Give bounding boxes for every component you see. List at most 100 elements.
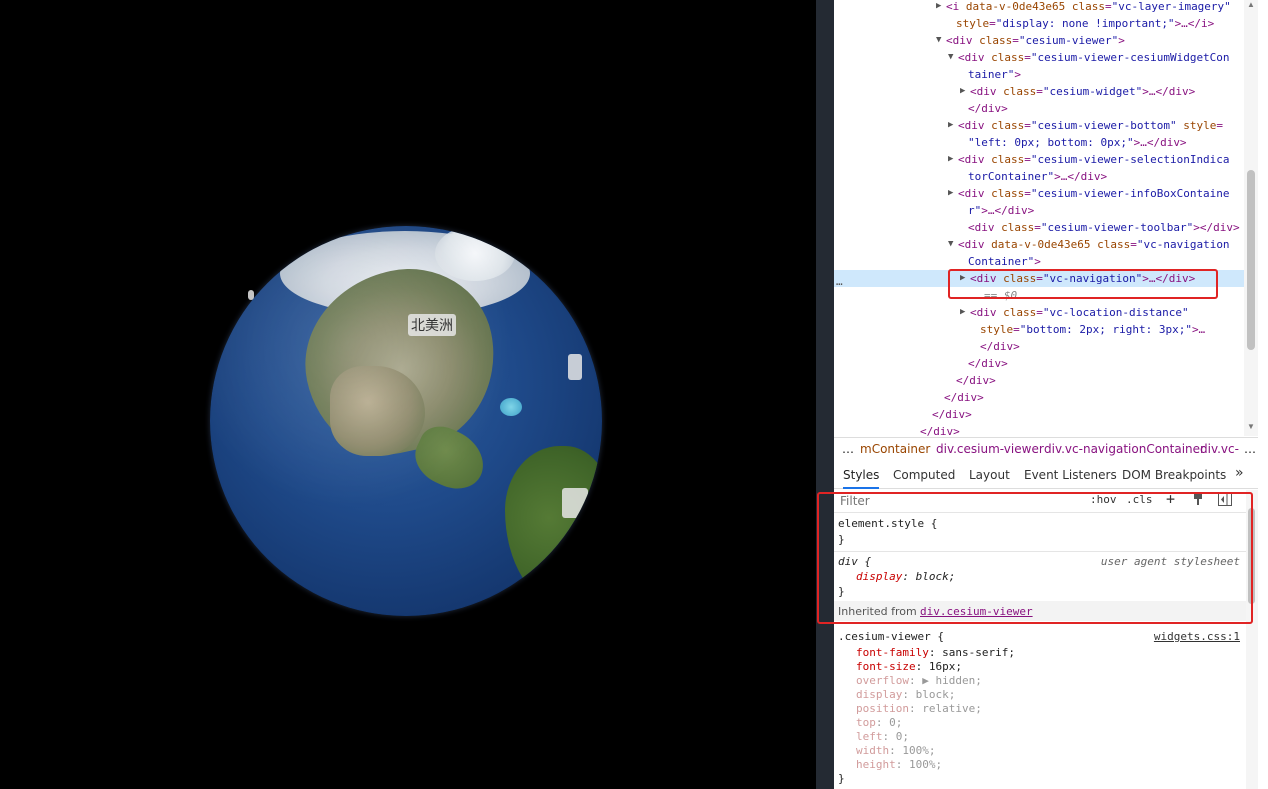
hov-button[interactable]: :hov	[1090, 493, 1117, 506]
dom-node-line[interactable]: ▼ <div class="cesium-viewer">	[834, 32, 1244, 49]
scrollbar-thumb[interactable]	[1247, 170, 1255, 350]
expand-right-icon[interactable]: ▶	[948, 117, 953, 134]
dom-node-line[interactable]: </div>	[834, 423, 1244, 436]
dom-node-line[interactable]: </div>	[834, 372, 1244, 389]
tab-dom-breakpoints[interactable]: DOM Breakpoints	[1122, 468, 1226, 482]
dom-node-text: <div class="cesium-viewer-infoBoxContain…	[958, 187, 1230, 200]
north-america-label: 北美洲	[408, 314, 456, 336]
add-rule-button[interactable]: +	[1166, 490, 1175, 508]
ua-rule-close: }	[838, 585, 845, 598]
dom-node-text: r">…</div>	[968, 204, 1035, 217]
breadcrumb-item[interactable]: div.cesium-viewer	[936, 442, 1044, 456]
styles-tabs: Styles Computed Layout Event Listeners D…	[834, 462, 1258, 489]
earth-globe[interactable]: 北美洲	[210, 226, 602, 616]
dom-node-line[interactable]: == $0	[834, 287, 1244, 304]
dom-node-text: </div>	[944, 391, 984, 404]
dom-node-text: <div class="vc-navigation">…</div>	[970, 272, 1196, 285]
paintbrush-icon[interactable]	[1192, 493, 1204, 509]
dom-node-line[interactable]: style="display: none !important;">…</i>	[834, 15, 1244, 32]
dom-node-line[interactable]: tainer">	[834, 66, 1244, 83]
inherited-header: Inherited from div.cesium-viewer	[834, 601, 1246, 621]
dom-node-line[interactable]: ▶ <div class="cesium-viewer-infoBoxContai…	[834, 185, 1244, 202]
dom-node-line[interactable]: torContainer">…</div>	[834, 168, 1244, 185]
dom-node-line[interactable]: </div>	[834, 406, 1244, 423]
breadcrumb-more-left[interactable]: …	[842, 442, 854, 456]
css-declaration[interactable]: height: 100%;	[856, 758, 942, 774]
ua-rule-selector: div {	[838, 555, 872, 568]
styles-pane[interactable]: element.style { } div { user agent style…	[834, 513, 1246, 789]
dom-node-selected[interactable]: ▶ <div class="vc-navigation">…</div>	[834, 270, 1244, 287]
styles-scrollbar[interactable]	[1246, 490, 1258, 789]
inherited-link[interactable]: div.cesium-viewer	[920, 605, 1033, 618]
dom-node-line[interactable]: ▶ <div class="cesium-viewer-bottom" style…	[834, 117, 1244, 134]
globe-shading	[210, 226, 602, 616]
cesium-rule-selector[interactable]: .cesium-viewer {	[838, 630, 944, 646]
breadcrumb-more-right[interactable]: …	[1244, 442, 1256, 456]
breadcrumb-item[interactable]: mContainer	[860, 442, 930, 456]
expand-right-icon[interactable]: ▶	[948, 151, 953, 168]
dom-node-text: </div>	[956, 374, 996, 387]
dom-node-text: <div class="cesium-viewer-cesiumWidgetCo…	[958, 51, 1230, 64]
scroll-down-arrow-icon[interactable]: ▼	[1247, 422, 1255, 431]
dom-node-text: <div data-v-0de43e65 class="vc-navigatio…	[958, 238, 1230, 251]
dom-node-line[interactable]: ▼ <div data-v-0de43e65 class="vc-navigati…	[834, 236, 1244, 253]
tab-styles[interactable]: Styles	[843, 468, 880, 489]
element-style-selector[interactable]: element.style {	[838, 517, 937, 533]
scrollbar-thumb[interactable]	[1248, 508, 1255, 604]
dom-node-text: </div>	[980, 340, 1020, 353]
expand-right-icon[interactable]: ▶	[960, 304, 965, 321]
dom-node-line[interactable]: ▶ <div class="cesium-viewer-selectionIndi…	[834, 151, 1244, 168]
dom-node-line[interactable]: </div>	[834, 389, 1244, 406]
dom-node-text: == $0	[984, 289, 1018, 302]
tab-layout[interactable]: Layout	[969, 468, 1010, 482]
elements-scrollbar[interactable]: ▲ ▼	[1244, 0, 1258, 436]
dom-node-line[interactable]: </div>	[834, 355, 1244, 372]
rule-divider	[834, 551, 1246, 552]
ua-rule-declaration: display: block;	[856, 570, 956, 583]
dom-node-text: Container">	[968, 255, 1041, 268]
cls-button[interactable]: .cls	[1126, 493, 1153, 506]
filter-input[interactable]	[838, 492, 1082, 510]
breadcrumb-item[interactable]: div.vc-navigationContainer	[1044, 442, 1205, 456]
expand-down-icon[interactable]: ▼	[948, 236, 953, 253]
dom-node-text: style="bottom: 2px; right: 3px;">…	[980, 323, 1206, 336]
css-prop-name: display	[856, 570, 903, 583]
dom-node-text: <div class="cesium-viewer-toolbar"></div…	[968, 221, 1240, 234]
partial-label-bottom-right	[562, 488, 588, 518]
expand-right-icon[interactable]: ▶	[960, 83, 965, 100]
tab-computed[interactable]: Computed	[893, 468, 955, 482]
devtools-left-strip	[816, 0, 834, 789]
inherited-label: Inherited from	[838, 605, 917, 618]
scroll-up-arrow-icon[interactable]: ▲	[1247, 0, 1255, 9]
sidebar-toggle-icon[interactable]	[1218, 493, 1232, 509]
cesium-rule-source-link[interactable]: widgets.css:1	[1154, 630, 1240, 643]
elements-tree[interactable]: ▶ <i data-v-0de43e65 class="vc-layer-imag…	[834, 0, 1244, 436]
cesium-rule-close: }	[838, 772, 845, 785]
dom-node-line[interactable]: <div class="cesium-viewer-toolbar"></div…	[834, 219, 1244, 236]
breadcrumb-item[interactable]: div.vc-	[1200, 442, 1239, 456]
expand-right-icon[interactable]: ▶	[948, 185, 953, 202]
expand-down-icon[interactable]: ▼	[936, 32, 941, 49]
dom-node-line[interactable]: ▶ <i data-v-0de43e65 class="vc-layer-imag…	[834, 0, 1244, 15]
dom-node-line[interactable]: ▶ <div class="vc-location-distance"	[834, 304, 1244, 321]
dom-node-line[interactable]: "left: 0px; bottom: 0px;">…</div>	[834, 134, 1244, 151]
dom-node-line[interactable]: style="bottom: 2px; right: 3px;">…	[834, 321, 1244, 338]
dom-node-line[interactable]: </div>	[834, 100, 1244, 117]
more-actions-dots[interactable]: …	[836, 275, 843, 288]
expand-down-icon[interactable]: ▼	[948, 49, 953, 66]
expand-right-icon[interactable]: ▶	[936, 0, 941, 15]
dom-node-line[interactable]: ▼ <div class="cesium-viewer-cesiumWidgetC…	[834, 49, 1244, 66]
dom-node-text: </div>	[920, 425, 960, 436]
dom-node-line[interactable]: Container">	[834, 253, 1244, 270]
expand-right-icon[interactable]: ▶	[960, 270, 965, 287]
dom-node-line[interactable]: r">…</div>	[834, 202, 1244, 219]
dom-node-line[interactable]: </div>	[834, 338, 1244, 355]
cesium-viewer[interactable]: 北美洲	[0, 0, 816, 789]
dom-node-text: </div>	[932, 408, 972, 421]
ua-rule-source: user agent stylesheet	[1100, 555, 1240, 568]
tabs-overflow-icon[interactable]: »	[1235, 465, 1244, 481]
dom-node-line[interactable]: ▶ <div class="cesium-widget">…</div>	[834, 83, 1244, 100]
styles-filter-bar: :hov .cls +	[834, 490, 1246, 513]
partial-label-right	[568, 354, 582, 380]
tab-event-listeners[interactable]: Event Listeners	[1024, 468, 1117, 482]
